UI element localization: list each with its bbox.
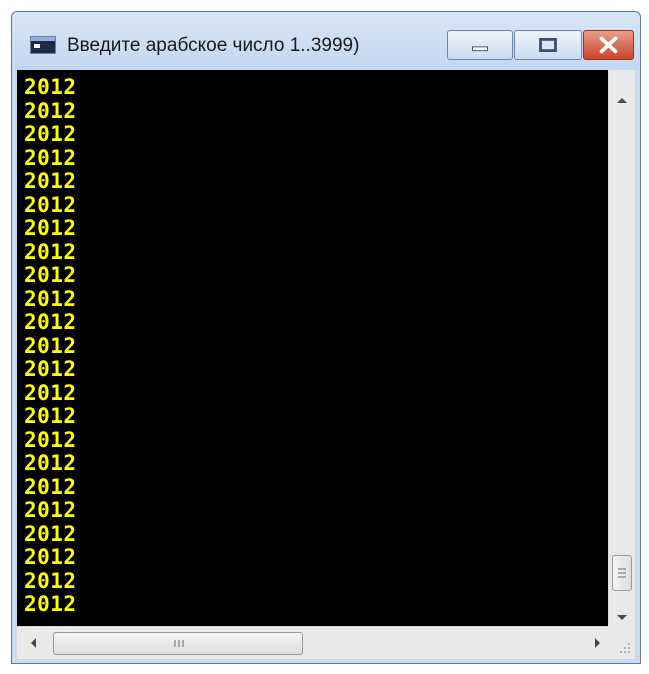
console-line: 2012 [24, 169, 77, 193]
console-line: 2012 [24, 216, 77, 240]
console-line: 2012 [24, 333, 77, 358]
horizontal-scroll-thumb[interactable] [53, 632, 303, 655]
scroll-left-arrow-icon[interactable] [29, 637, 37, 649]
console-line: 2012 [24, 521, 77, 546]
scroll-up-arrow-icon[interactable] [616, 96, 628, 104]
console-line: 2012 [24, 592, 77, 616]
console-line: 2012 [24, 263, 77, 287]
vertical-scroll-thumb[interactable] [612, 555, 632, 591]
console-line: 2012 [24, 380, 77, 405]
console-line: 2012 [24, 545, 77, 569]
console-line: 2012 [24, 286, 77, 311]
maximize-button[interactable] [514, 30, 582, 60]
console-app-icon[interactable] [30, 36, 56, 54]
console-line: 2012 [24, 357, 77, 381]
console-line: 2012 [24, 474, 77, 499]
minimize-icon [472, 46, 488, 52]
console-output[interactable]: 2012 2012 2012 2012 2012 2012 2012 2012 2012 2012… [17, 70, 608, 626]
console-line: 2012 [24, 75, 77, 99]
close-button[interactable] [583, 30, 634, 60]
console-line: 2012 [24, 404, 77, 428]
console-line: 2012 [24, 192, 77, 217]
horizontal-scrollbar[interactable] [17, 626, 608, 659]
console-line: 2012 [24, 498, 77, 522]
console-line: 2012 [24, 310, 77, 334]
console-window: Введите арабское число 1..3999) 2012 2012… [11, 11, 641, 664]
title-bar[interactable]: Введите арабское число 1..3999) [12, 12, 640, 70]
vertical-scrollbar[interactable] [608, 70, 635, 626]
console-line: 2012 [24, 568, 77, 593]
resize-grip-icon [620, 643, 630, 653]
console-line: 2012 [24, 451, 77, 475]
resize-grip[interactable] [608, 626, 635, 659]
scroll-down-arrow-icon[interactable] [616, 614, 628, 622]
close-icon [599, 36, 618, 54]
console-line: 2012 [24, 239, 77, 264]
grip-icon [618, 568, 626, 578]
grip-icon [174, 640, 184, 647]
window-title: Введите арабское число 1..3999) [67, 35, 360, 56]
scroll-right-arrow-icon[interactable] [594, 637, 602, 649]
console-line: 2012 [24, 427, 77, 452]
maximize-icon [539, 38, 557, 52]
console-line: 2012 [24, 145, 77, 170]
console-line: 2012 [24, 122, 77, 146]
console-line: 2012 [24, 98, 77, 123]
minimize-button[interactable] [447, 30, 513, 60]
console-lines: 2012 2012 2012 2012 2012 2012 2012 2012 2012 2012… [24, 75, 77, 617]
